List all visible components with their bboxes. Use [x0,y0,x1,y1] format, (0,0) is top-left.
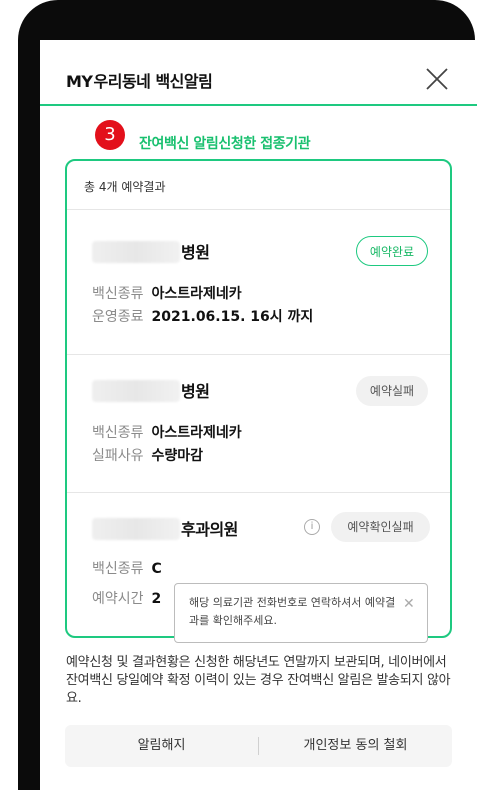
divider [67,492,450,493]
detail-row: 실패사유 수량마감 [92,445,203,465]
row-label: 백신종류 [92,561,144,577]
close-icon[interactable] [422,64,452,94]
row-label: 운영종료 [92,309,144,325]
tooltip-close-icon[interactable]: ✕ [403,596,415,612]
tooltip: 해당 의료기관 전화번호로 연락하셔서 예약결과를 확인해주세요. ✕ [174,583,428,643]
row-value: 수량마감 [151,448,204,464]
row-label: 백신종류 [92,286,144,302]
detail-row: 백신종류 아스트라제네카 [92,283,242,303]
redacted-name [92,380,180,402]
detail-row: 백신종류 아스트라제네카 [92,422,242,442]
info-icon[interactable]: i [304,519,320,535]
row-value: 아스트라제네카 [151,286,242,302]
row-label: 실패사유 [92,448,144,464]
step-number-badge: 3 [95,120,125,150]
unsubscribe-button[interactable]: 알림해지 [65,725,258,767]
row-value: 아스트라제네카 [151,425,242,441]
detail-row: 예약시간 2 [92,588,161,608]
hospital-name: 후과의원 [181,520,238,539]
status-badge-failed[interactable]: 예약실패 [356,376,428,406]
row-value: 2021.06.15. 16시 까지 [151,309,314,325]
notice-text: 예약신청 및 결과현황은 신청한 해당년도 연말까지 보관되며, 네이버에서 잔… [66,655,451,706]
divider [67,354,450,355]
row-label: 예약시간 [92,591,144,607]
redacted-name [92,241,180,263]
section-title: 잔여백신 알림신청한 접종기관 [139,136,311,152]
detail-row: 운영종료 2021.06.15. 16시 까지 [92,306,313,326]
status-badge-check-failed[interactable]: 예약확인실패 [331,512,430,542]
divider [67,209,450,210]
brand-title: 우리동네 백신알림 [93,72,213,91]
tooltip-text: 해당 의료기관 전화번호로 연락하셔서 예약결과를 확인해주세요. [189,596,396,627]
header: MY우리동네 백신알림 [40,40,477,106]
redacted-name [92,518,180,540]
detail-row: 백신종류 C [92,558,162,578]
results-card: 총 4개 예약결과 병원 예약완료 백신종류 아스트라제네카 운영종료 2021.0… [65,159,452,643]
app-title: MY우리동네 백신알림 [66,68,213,92]
row-label: 백신종류 [92,425,144,441]
status-badge-complete[interactable]: 예약완료 [356,236,428,266]
row-value: 2 [151,591,162,607]
brand-my: MY [66,72,93,91]
result-count: 총 4개 예약결과 [84,180,166,194]
bottom-actions: 알림해지 개인정보 동의 철회 [65,725,452,767]
hospital-name: 병원 [181,243,210,262]
withdraw-consent-button[interactable]: 개인정보 동의 철회 [259,725,452,767]
row-value: C [151,561,162,577]
hospital-name: 병원 [181,382,210,401]
screen: MY우리동네 백신알림 3 잔여백신 알림신청한 접종기관 총 4개 예약결과 … [40,40,477,790]
